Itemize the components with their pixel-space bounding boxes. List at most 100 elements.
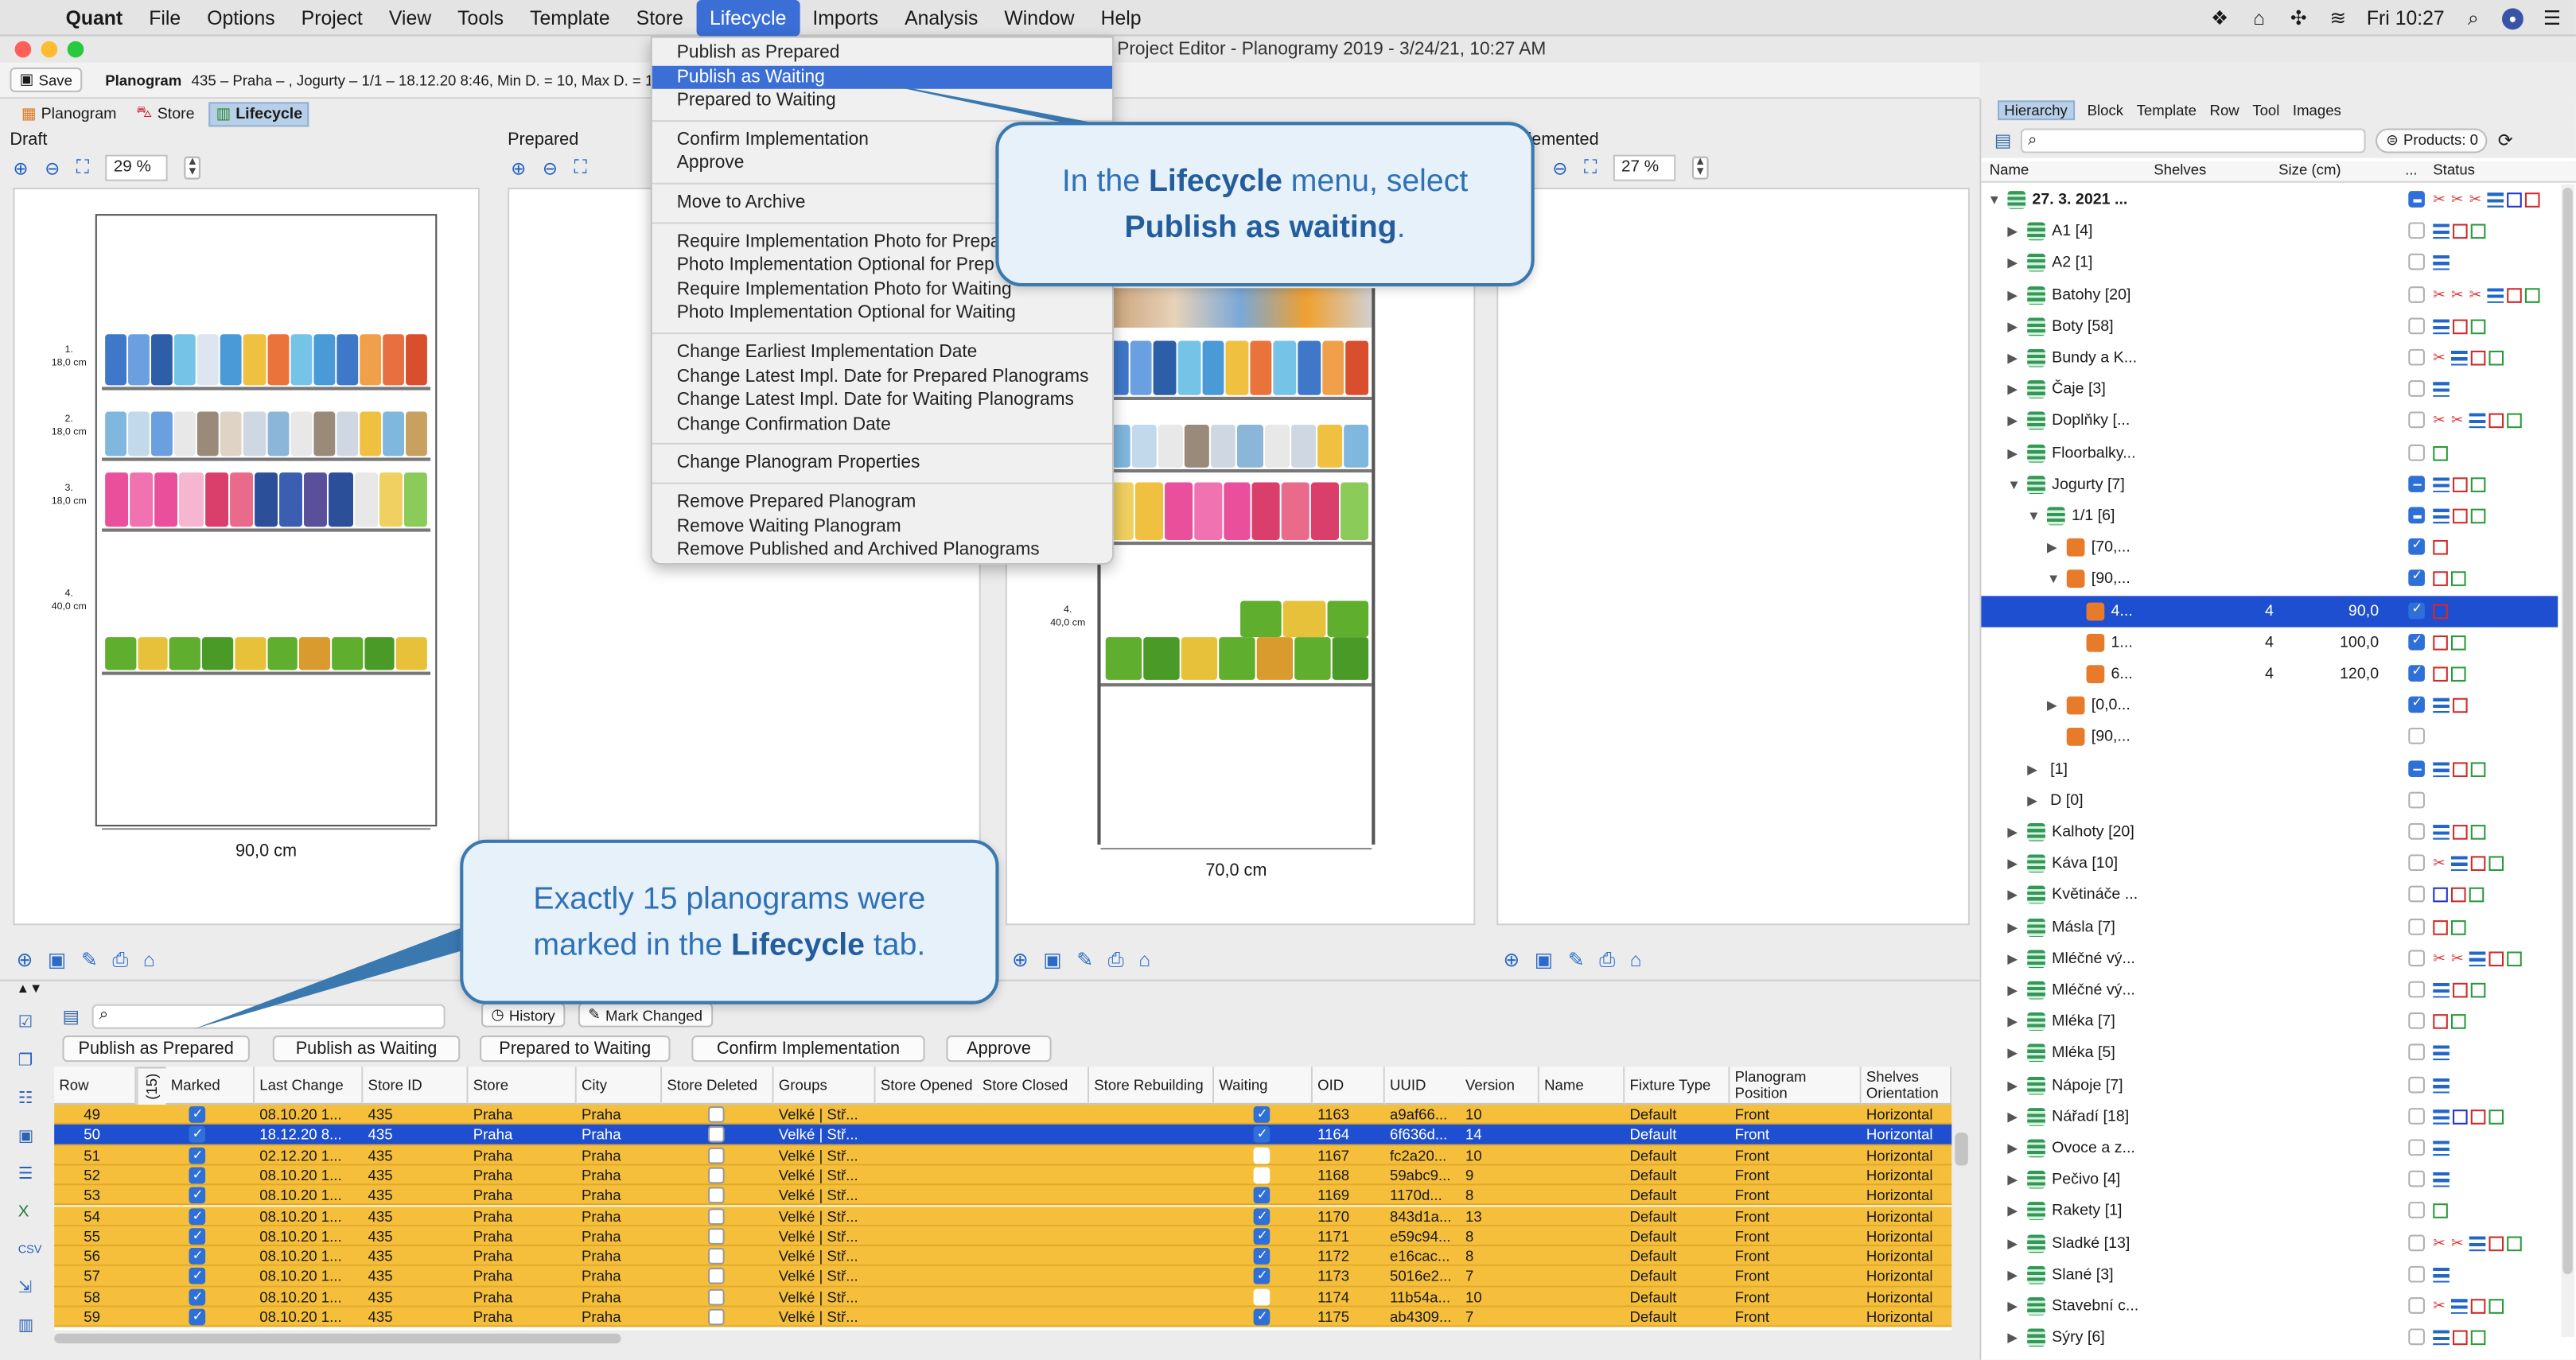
col-dots[interactable]: ... <box>2405 161 2418 178</box>
confirm-implementation-button[interactable]: Confirm Implementation <box>691 1036 925 1063</box>
row-checkbox[interactable] <box>2408 981 2425 998</box>
chevron-right-icon[interactable]: ▶ <box>2027 753 2037 784</box>
col-header-shelves-orientation[interactable]: Shelves Orientation <box>1861 1067 1952 1105</box>
control-center-icon[interactable]: ☰ <box>2542 6 2563 29</box>
menu-item-change-earliest-implementation-date[interactable]: Change Earliest Implementation Date <box>652 340 1112 364</box>
tree-row[interactable]: ▶ Nářadí [18] <box>1981 1101 2558 1132</box>
row-checkbox[interactable] <box>2408 949 2425 966</box>
row-checkbox[interactable] <box>2408 537 2425 555</box>
fit-icon[interactable]: ⛶ <box>76 157 89 179</box>
row-checkbox[interactable] <box>2408 317 2425 334</box>
print-icon[interactable]: ⎙ <box>1599 947 1615 972</box>
row-checkbox[interactable] <box>2408 1171 2425 1187</box>
tree-row[interactable]: ▼ [90,... <box>1981 564 2558 595</box>
tree-row[interactable]: ▼ Jogurty [7] <box>1981 469 2558 500</box>
col-header-last-change[interactable]: Last Change <box>255 1067 364 1105</box>
marked-checkbox[interactable] <box>189 1186 206 1206</box>
image-icon[interactable]: ▣ <box>48 948 66 971</box>
tree-row[interactable]: ▶ Rakety [1] <box>1981 1196 2558 1227</box>
col-header-store-deleted[interactable]: Store Deleted <box>662 1067 774 1105</box>
chevron-right-icon[interactable]: ▶ <box>2007 216 2018 247</box>
row-checkbox[interactable] <box>2408 1265 2425 1283</box>
waiting-checkbox[interactable] <box>1253 1246 1270 1266</box>
menu-item-change-latest-impl-date-for-waiting-planograms[interactable]: Change Latest Impl. Date for Waiting Pla… <box>652 389 1112 413</box>
chevron-down-icon[interactable]: ▼ <box>1988 185 2001 216</box>
table-settings-icon[interactable]: ▤ <box>62 1005 79 1027</box>
zoom-stepper[interactable]: ▲ ▼ <box>1691 156 1709 180</box>
chevron-right-icon[interactable]: ▶ <box>2007 1259 2018 1290</box>
menu-item-photo-implementation-optional-for-waiting[interactable]: Photo Implementation Optional for Waitin… <box>652 302 1112 326</box>
col-header-15[interactable]: (15) <box>136 1067 166 1105</box>
search-icon[interactable]: ⊕ <box>17 948 33 971</box>
store-deleted-checkbox[interactable] <box>708 1146 725 1164</box>
draft-canvas[interactable]: 1. 18,0 cm 2. 18,0 cm 3. 18,0 cm 4. 40,0 cm … <box>13 187 480 926</box>
implemented-canvas[interactable] <box>1496 187 1970 926</box>
col-name[interactable]: Name <box>1990 161 2029 178</box>
tree-row[interactable]: ▶ [0,0... <box>1981 690 2558 721</box>
chevron-right-icon[interactable]: ▶ <box>2007 1006 2018 1037</box>
table-search-input[interactable]: ⌕ <box>92 1003 446 1028</box>
col-header-store[interactable]: Store <box>468 1067 577 1105</box>
chevron-right-icon[interactable]: ▶ <box>2007 1227 2018 1258</box>
menu-item-change-planogram-properties[interactable]: Change Planogram Properties <box>652 452 1112 476</box>
row-checkbox[interactable] <box>2408 286 2425 303</box>
tree-row[interactable]: ▶ Bundy a K... ✂ <box>1981 343 2558 374</box>
image-icon[interactable]: ▣ <box>18 1118 42 1156</box>
chevron-down-icon[interactable]: ▼ <box>2007 469 2020 500</box>
prepared-to-waiting-button[interactable]: Prepared to Waiting <box>479 1036 671 1063</box>
tree-row[interactable]: ▼ 1/1 [6] <box>1981 500 2558 531</box>
chevron-right-icon[interactable]: ▶ <box>2007 247 2018 278</box>
tree-scrollbar[interactable] <box>2561 184 2574 1337</box>
tab-store[interactable]: ⛍ Store <box>131 102 200 125</box>
image-icon[interactable]: ▣ <box>1043 948 1061 971</box>
waiting-checkbox[interactable] <box>1253 1288 1270 1305</box>
chevron-down-icon[interactable]: ▼ <box>2047 564 2060 595</box>
tree-row[interactable]: ▶ Čaje [3] <box>1981 374 2558 405</box>
store-deleted-checkbox[interactable] <box>708 1167 725 1184</box>
row-checkbox[interactable] <box>2408 823 2425 840</box>
tab-hierarchy[interactable]: Hierarchy <box>1998 100 2075 121</box>
menu-store[interactable]: Store <box>623 0 696 36</box>
zoom-out-icon[interactable]: ⊖ <box>1552 157 1567 179</box>
row-checkbox[interactable] <box>2408 475 2425 492</box>
row-checkbox[interactable] <box>2408 1139 2425 1156</box>
store-deleted-checkbox[interactable] <box>708 1227 725 1245</box>
chevron-right-icon[interactable]: ▶ <box>2007 1133 2018 1164</box>
row-checkbox[interactable] <box>2408 728 2425 745</box>
col-header-waiting[interactable]: Waiting <box>1214 1067 1313 1105</box>
waiting-checkbox[interactable] <box>1253 1308 1270 1327</box>
tree-row[interactable]: ▶ Ovoce a z... <box>1981 1133 2558 1164</box>
row-checkbox[interactable] <box>2408 886 2425 903</box>
row-checkbox[interactable] <box>2408 1075 2425 1093</box>
row-checkbox[interactable] <box>2408 412 2425 429</box>
menu-lifecycle[interactable]: Lifecycle <box>696 0 800 36</box>
col-header-oid[interactable]: OID <box>1312 1067 1385 1105</box>
menu-template[interactable]: Template <box>517 0 624 36</box>
store-deleted-checkbox[interactable] <box>708 1106 725 1123</box>
row-checkbox[interactable] <box>2408 191 2425 208</box>
row-checkbox[interactable] <box>2408 1234 2425 1251</box>
store-deleted-checkbox[interactable] <box>708 1126 725 1144</box>
tree-row[interactable]: ▶ Slané [3] <box>1981 1259 2558 1290</box>
menu-item-change-latest-impl-date-for-prepared-planograms[interactable]: Change Latest Impl. Date for Prepared Pl… <box>652 365 1112 389</box>
row-checkbox[interactable] <box>2408 222 2425 239</box>
tree-row[interactable]: ▶ A2 [1] <box>1981 247 2558 278</box>
tree-row[interactable]: 1... 4 100,0 <box>1981 627 2558 658</box>
menu-item-prepared-to-waiting[interactable]: Prepared to Waiting <box>652 89 1112 113</box>
save-button[interactable]: ▣ Save <box>10 67 83 92</box>
table-row[interactable]: 55 08.10.20 1... 435 Praha Praha Velké | Stř.… <box>54 1226 1952 1247</box>
menu-view[interactable]: View <box>376 0 444 36</box>
tab-planogram[interactable]: ▦ Planogram <box>17 103 122 124</box>
row-checkbox[interactable] <box>2408 663 2425 682</box>
waiting-checkbox[interactable] <box>1253 1105 1270 1125</box>
menu-item-remove-waiting-planogram[interactable]: Remove Waiting Planogram <box>652 515 1112 538</box>
chevron-right-icon[interactable]: ▶ <box>2007 1291 2018 1322</box>
vpn-icon[interactable]: ⌂ <box>2248 6 2270 29</box>
row-checkbox[interactable] <box>2408 695 2425 713</box>
menu-item-remove-prepared-planogram[interactable]: Remove Prepared Planogram <box>652 491 1112 515</box>
publish-prepared-button[interactable]: Publish as Prepared <box>62 1036 250 1063</box>
excel-icon[interactable]: X <box>18 1194 42 1232</box>
col-header-store-rebuilding[interactable]: Store Rebuilding <box>1089 1067 1215 1105</box>
col-header-city[interactable]: City <box>576 1067 663 1105</box>
approve-button[interactable]: Approve <box>946 1036 1052 1063</box>
